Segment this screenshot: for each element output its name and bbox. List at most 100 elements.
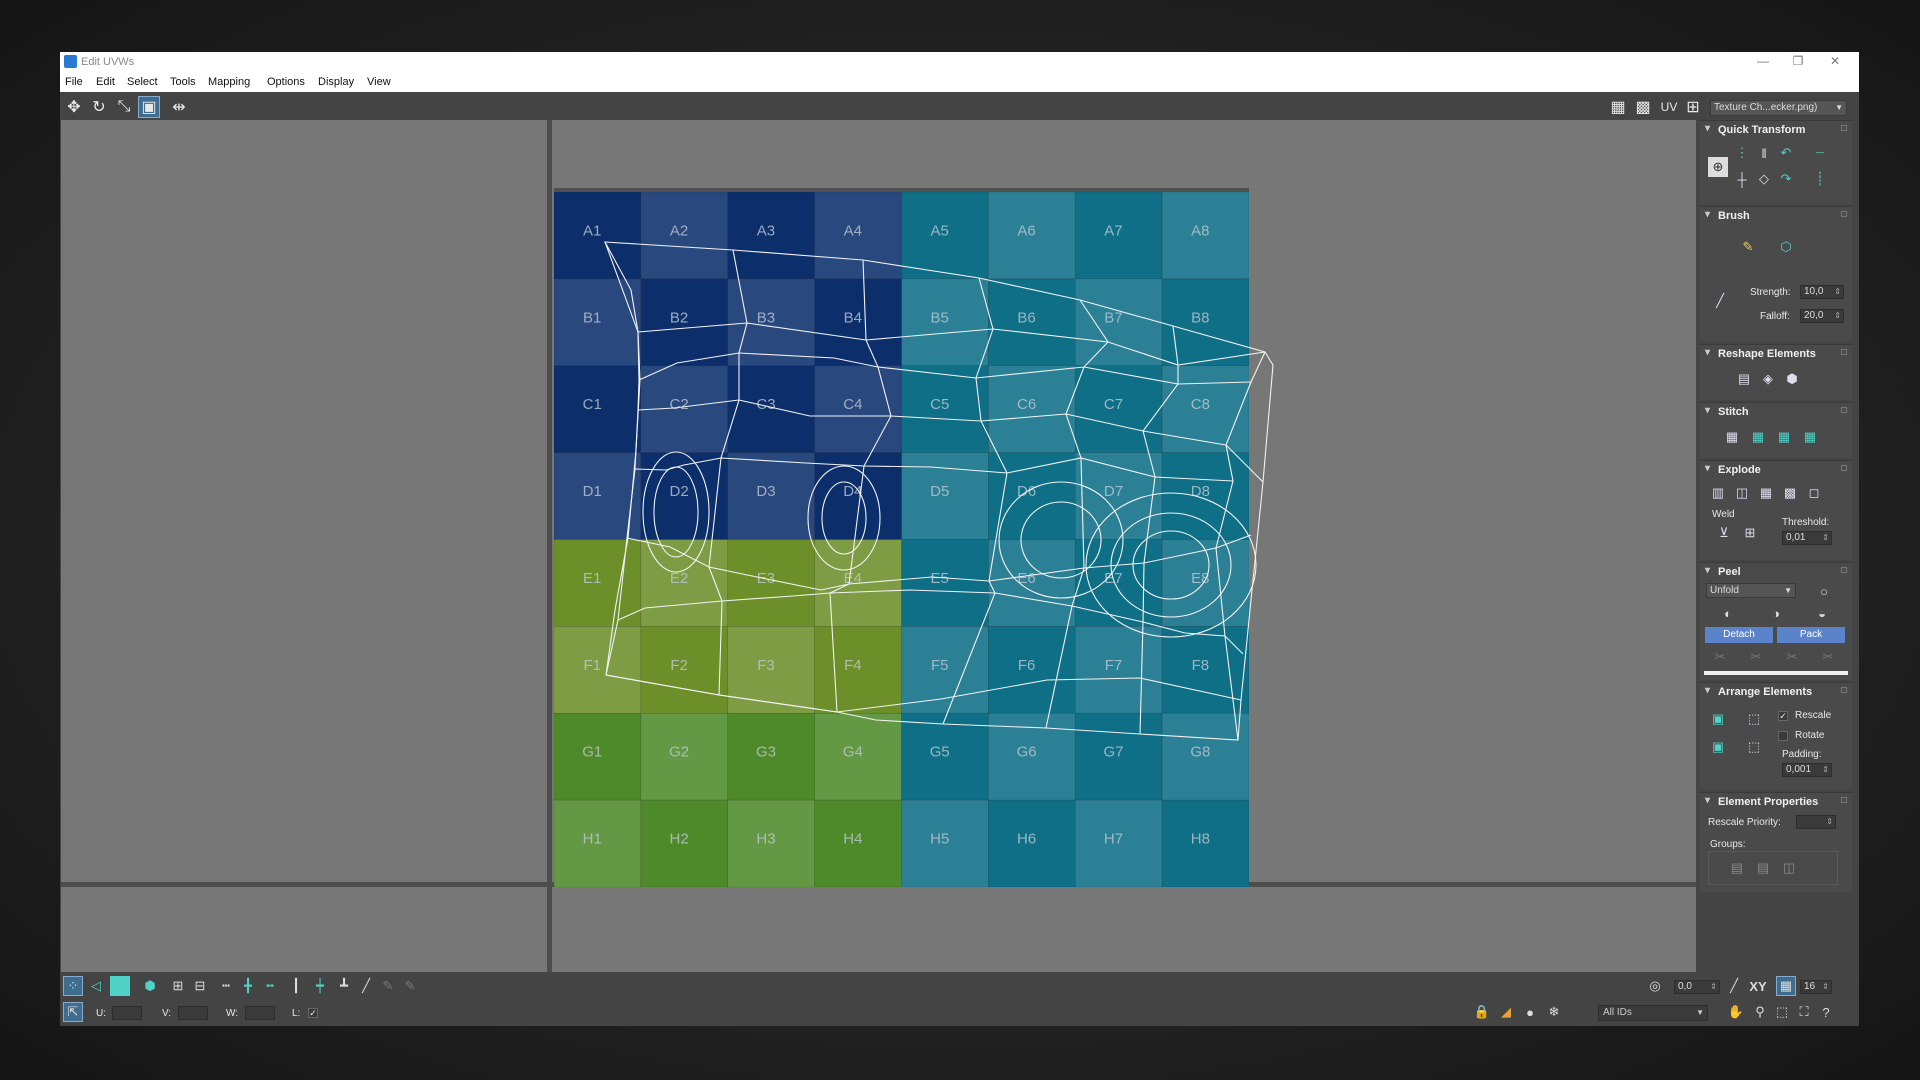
grid-size-field[interactable]: 16 ⇕ [1800, 980, 1832, 994]
padding-field[interactable]: 0,001 ⇕ [1782, 763, 1832, 777]
weld-target-icon[interactable]: ⊞ [1740, 523, 1760, 543]
align-edge-v-icon[interactable]: ┊ [1810, 169, 1830, 189]
align-horizontal-icon[interactable]: ⋮ [1732, 143, 1752, 163]
rotate-checkbox[interactable] [1778, 731, 1788, 741]
pin-icon[interactable] [1841, 797, 1847, 803]
help-icon[interactable]: ? [1816, 1002, 1836, 1022]
paint-grow-icon[interactable]: ✎ [378, 976, 398, 996]
w-field[interactable] [245, 1006, 275, 1020]
ring-icon[interactable]: ╋ [238, 976, 258, 996]
pack-button[interactable]: Pack [1777, 627, 1845, 643]
quick-peel-icon[interactable]: ◐ [1718, 603, 1738, 623]
rescale-checkbox[interactable]: ✓ [1778, 711, 1788, 721]
pin-icon[interactable] [1841, 211, 1847, 217]
space-vertical-icon[interactable]: ‖ [1754, 143, 1774, 163]
stitch-source-icon[interactable]: ▦ [1748, 427, 1768, 447]
edge-loop-icon[interactable]: ╍ [260, 976, 280, 996]
select-group-icon[interactable]: ◫ [1779, 858, 1799, 878]
rotate-ccw-icon[interactable]: ↶ [1776, 143, 1796, 163]
straighten-icon[interactable]: ▤ [1734, 369, 1754, 389]
strength-field[interactable]: 10,0 ⇕ [1800, 285, 1844, 299]
align-edge-h-icon[interactable]: ┈ [1810, 143, 1830, 163]
stitch-target-icon[interactable]: ▦ [1800, 427, 1820, 447]
menu-options[interactable]: Options [267, 76, 305, 88]
zoom-icon[interactable]: ⚲ [1750, 1002, 1770, 1022]
edge-mode-icon[interactable]: ◁ [86, 976, 106, 996]
hide-icon[interactable]: ● [1520, 1002, 1540, 1022]
polygon-mode-icon[interactable] [110, 976, 130, 996]
angle-snap-icon[interactable]: ◎ [1645, 976, 1665, 996]
peel-header[interactable]: Peel [1700, 563, 1852, 581]
reset-peel-icon[interactable]: ◒ [1812, 603, 1832, 623]
relax-brush-icon[interactable]: ⬡ [1776, 237, 1796, 257]
minimize-button[interactable]: — [1748, 54, 1778, 70]
element-mode-icon[interactable]: ⬢ [140, 976, 160, 996]
ignore-backface-icon[interactable]: ┿ [310, 976, 330, 996]
pivot-icon[interactable]: ⊕ [1708, 157, 1728, 177]
break-icon[interactable]: ▥ [1708, 483, 1728, 503]
menu-mapping[interactable]: Mapping [208, 76, 250, 88]
threshold-field[interactable]: 0,01 ⇕ [1782, 531, 1832, 545]
pan-icon[interactable]: ✋ [1726, 1002, 1746, 1022]
xy-axis-toggle[interactable]: XY [1746, 976, 1770, 996]
box-icon[interactable]: ⬢ [1782, 369, 1802, 389]
pack-together-icon[interactable]: ⬚ [1744, 709, 1764, 729]
stitch-custom-icon[interactable]: ▦ [1722, 427, 1742, 447]
spinner-icon[interactable]: ⇕ [1822, 532, 1829, 544]
convert-edge-icon[interactable]: ✂ [1782, 647, 1802, 667]
break-by-group-icon[interactable]: ◫ [1732, 483, 1752, 503]
unfold-dropdown[interactable]: Unfold ▼ [1706, 583, 1796, 598]
menu-edit[interactable]: Edit [96, 76, 115, 88]
lock-checkbox[interactable]: ✓ [308, 1008, 318, 1018]
select-overlap-icon[interactable]: ┻ [334, 976, 354, 996]
loop-icon[interactable]: ┅ [216, 976, 236, 996]
explode-header[interactable]: Explode [1700, 461, 1852, 479]
grow-selection-icon[interactable]: ⊞ [168, 976, 188, 996]
texture-dropdown[interactable]: Texture Ch...ecker.png) ▼ [1710, 100, 1847, 116]
zoom-extents-icon[interactable]: ⛶ [1794, 1002, 1814, 1022]
break-by-polygon-icon[interactable]: ◻ [1804, 483, 1824, 503]
unpin-vertex-icon[interactable]: ✂ [1746, 647, 1766, 667]
lscm-icon[interactable]: ✂ [1818, 647, 1838, 667]
pin-icon[interactable] [1841, 407, 1847, 413]
grid-snap-icon[interactable]: ▦ [1776, 976, 1796, 996]
shrink-selection-icon[interactable]: ⊟ [190, 976, 210, 996]
menu-file[interactable]: File [65, 76, 83, 88]
pin-icon[interactable] [1841, 567, 1847, 573]
v-field[interactable] [178, 1006, 208, 1020]
stitch-header[interactable]: Stitch [1700, 403, 1852, 421]
peel-mode-icon[interactable]: ◑ [1766, 603, 1786, 623]
mirror-icon[interactable]: ⇹ [168, 96, 190, 118]
angle-field[interactable]: 0,0 ⇕ [1674, 980, 1720, 994]
maximize-button[interactable]: ❐ [1783, 54, 1813, 70]
move-icon[interactable]: ✥ [63, 96, 85, 118]
show-map-icon[interactable]: ▩ [1632, 96, 1654, 118]
brush-header[interactable]: Brush [1700, 207, 1852, 225]
menu-tools[interactable]: Tools [170, 76, 196, 88]
menu-view[interactable]: View [367, 76, 391, 88]
pin-icon[interactable] [1841, 125, 1847, 131]
menu-select[interactable]: Select [127, 76, 158, 88]
detach-button[interactable]: Detach [1705, 627, 1773, 643]
pack-relative-icon[interactable]: ⬚ [1744, 737, 1764, 757]
spinner-icon[interactable]: ⇕ [1710, 981, 1717, 993]
relax-icon[interactable]: ◈ [1758, 369, 1778, 389]
rotate-icon[interactable]: ↻ [88, 96, 110, 118]
rotate-cw-icon[interactable]: ↷ [1776, 169, 1796, 189]
vertex-mode-icon[interactable]: ⁘ [63, 976, 83, 996]
map-view-icon[interactable]: ⊞ [1682, 96, 1704, 118]
checker-pattern-icon[interactable]: ▦ [1607, 96, 1629, 118]
pack-normalize-icon[interactable]: ▣ [1708, 709, 1728, 729]
close-button[interactable]: ✕ [1820, 54, 1850, 70]
pin-icon[interactable] [1841, 687, 1847, 693]
element-properties-header[interactable]: Element Properties [1700, 793, 1852, 811]
weld-selected-icon[interactable]: ⊻ [1714, 523, 1734, 543]
transform-mode-icon[interactable]: ⇱ [63, 1002, 83, 1022]
select-by-element-icon[interactable]: ┃ [286, 976, 306, 996]
pin-icon[interactable] [1841, 465, 1847, 471]
align-vertical-icon[interactable]: ┼ [1732, 169, 1752, 189]
brush-falloff-icon[interactable]: ╱ [1710, 291, 1730, 311]
spinner-icon[interactable]: ⇕ [1822, 981, 1829, 993]
spinner-icon[interactable]: ⇕ [1834, 310, 1841, 322]
arrange-header[interactable]: Arrange Elements [1700, 683, 1852, 701]
